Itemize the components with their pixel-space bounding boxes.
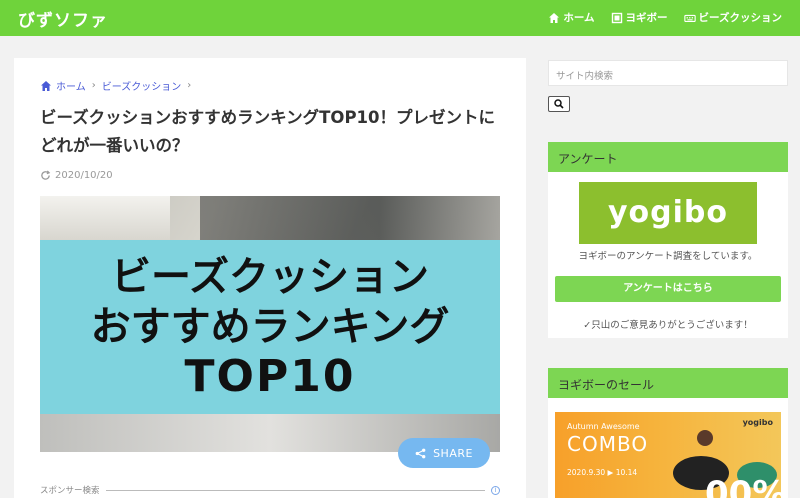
survey-thanks: ✓只山のご意見ありがとうございます！ <box>583 320 753 331</box>
sale-banner[interactable]: yogibo Autumn Awesome COMBO 2020.9.30 ▶ … <box>555 412 781 498</box>
share-button[interactable]: SHARE <box>398 438 490 468</box>
nav-item-label: ホーム <box>563 12 595 24</box>
home-icon <box>41 80 51 91</box>
search-button[interactable] <box>548 96 570 112</box>
share-label: SHARE <box>433 446 473 460</box>
header-nav: ホーム ヨギボー ビーズクッション <box>548 10 782 25</box>
sponsor-divider: スポンサー検索 i <box>40 484 500 496</box>
hero-image: ビーズクッション おすすめランキング TOP10 <box>40 196 500 452</box>
keyboard-icon <box>683 14 696 22</box>
site-header: びずソファ ホーム ヨギボー ビーズクッション <box>0 0 800 36</box>
sponsor-label: スポンサー検索 <box>40 486 100 496</box>
article-title: ビーズクッションおすすめランキングTOP10！プレゼントにどれが一番いいの？ <box>40 108 496 155</box>
survey-widget: アンケート yogibo ヨギボーのアンケート調査をしています。 アンケートはこ… <box>548 142 788 338</box>
site-logo[interactable]: びずソファ <box>18 6 108 31</box>
hero-window-bg <box>40 196 170 240</box>
grid-icon <box>611 12 622 23</box>
article-date: 2020/10/20 <box>40 170 113 181</box>
nav-item-beads-cushion[interactable]: ビーズクッション <box>683 10 782 25</box>
nav-item-label: ビーズクッション <box>698 12 782 24</box>
yogibo-logo[interactable]: yogibo <box>579 182 757 244</box>
divider-line <box>105 489 485 491</box>
search-input[interactable]: サイト内検索 <box>548 60 788 86</box>
survey-button[interactable]: アンケートはこちら <box>555 276 781 302</box>
hero-line-2: おすすめランキング <box>90 304 450 350</box>
share-icon <box>415 448 426 458</box>
breadcrumb-separator: › <box>91 80 96 91</box>
nav-item-home[interactable]: ホーム <box>548 10 595 25</box>
search-icon <box>554 99 564 109</box>
nav-item-label: ヨギボー <box>625 12 668 24</box>
sale-brand: yogibo <box>742 418 773 427</box>
sale-discount: 00% <box>705 474 781 498</box>
breadcrumb-separator: › <box>187 80 192 91</box>
sale-title: COMBO <box>567 432 649 456</box>
home-icon <box>549 12 560 23</box>
sale-person-image <box>697 430 713 446</box>
hero-cushion-bg <box>200 196 500 240</box>
breadcrumb-category-link[interactable]: ビーズクッション <box>102 78 182 93</box>
sale-widget: ヨギボーのセール yogibo Autumn Awesome COMBO 202… <box>548 368 788 498</box>
sale-heading: ヨギボーのセール <box>548 368 788 398</box>
breadcrumb-home-link[interactable]: ホーム <box>56 78 86 93</box>
sale-date: 2020.9.30 ▶ 10.14 <box>567 468 638 477</box>
refresh-icon <box>41 170 51 180</box>
survey-description: ヨギボーのアンケート調査をしています。 <box>578 251 758 262</box>
breadcrumb: ホーム › ビーズクッション › <box>40 78 193 93</box>
article-card: ホーム › ビーズクッション › ビーズクッションおすすめランキングTOP10！… <box>14 58 526 498</box>
nav-item-yogibo[interactable]: ヨギボー <box>611 10 668 25</box>
survey-heading: アンケート <box>548 142 788 172</box>
hero-line-1: ビーズクッション <box>111 254 429 300</box>
sale-subtitle: Autumn Awesome <box>567 422 640 431</box>
date-text: 2020/10/20 <box>55 170 113 181</box>
info-icon[interactable]: i <box>491 485 500 495</box>
hero-line-3: TOP10 <box>184 351 356 402</box>
hero-text: ビーズクッション おすすめランキング TOP10 <box>40 252 500 402</box>
